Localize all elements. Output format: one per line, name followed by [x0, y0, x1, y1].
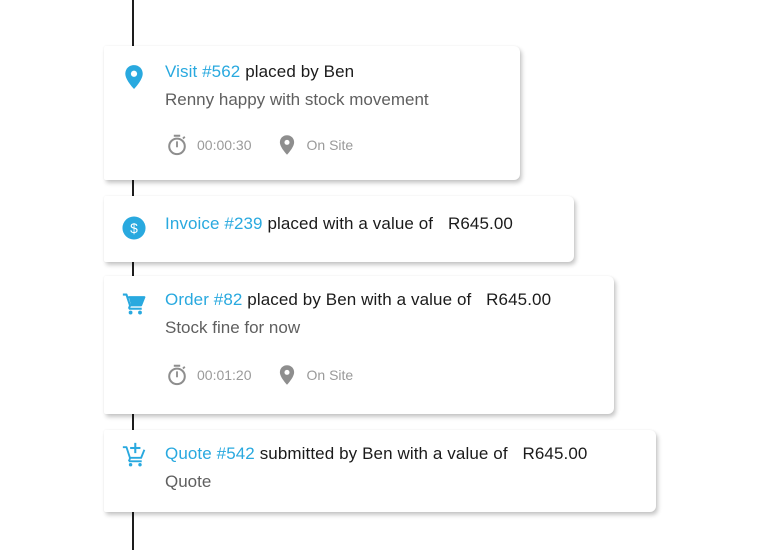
invoice-title: Invoice #239 placed with a value of R645…: [165, 214, 513, 234]
quote-subtitle: Quote: [165, 472, 212, 491]
timeline-card-invoice[interactable]: $ Invoice #239 placed with a value of R6…: [104, 196, 574, 262]
quote-link[interactable]: Quote #542: [165, 444, 255, 463]
order-location: On Site: [306, 367, 354, 383]
svg-text:$: $: [130, 220, 138, 236]
visit-subtitle: Renny happy with stock movement: [165, 90, 429, 109]
order-meta: 00:01:20 On Site: [166, 364, 353, 386]
order-subtitle: Stock fine for now: [165, 318, 301, 337]
visit-title: Visit #562 placed by Ben: [165, 62, 354, 82]
order-title-text: placed by Ben with a value of: [247, 290, 472, 309]
cart-icon: [122, 292, 146, 316]
invoice-title-text: placed with a value of: [267, 214, 434, 233]
stopwatch-icon: [166, 134, 188, 156]
order-duration: 00:01:20: [197, 367, 252, 383]
timeline-card-visit[interactable]: Visit #562 placed by Ben Renny happy wit…: [104, 46, 520, 180]
visit-title-text: placed by Ben: [245, 62, 355, 81]
order-title: Order #82 placed by Ben with a value of …: [165, 290, 551, 310]
visit-duration: 00:00:30: [197, 137, 252, 153]
invoice-link[interactable]: Invoice #239: [165, 214, 263, 233]
stopwatch-icon: [166, 364, 188, 386]
dollar-circle-icon: $: [122, 216, 146, 240]
location-icon: [276, 134, 298, 156]
map-pin-icon: [122, 65, 146, 89]
quote-amount: R645.00: [522, 444, 588, 463]
order-link[interactable]: Order #82: [165, 290, 242, 309]
location-icon: [276, 364, 298, 386]
timeline-card-order[interactable]: Order #82 placed by Ben with a value of …: [104, 276, 614, 414]
visit-link[interactable]: Visit #562: [165, 62, 240, 81]
cart-add-icon: [122, 442, 146, 467]
invoice-amount: R645.00: [447, 214, 513, 233]
order-amount: R645.00: [486, 290, 552, 309]
visit-meta: 00:00:30 On Site: [166, 134, 353, 156]
visit-location: On Site: [306, 137, 354, 153]
quote-title-text: submitted by Ben with a value of: [259, 444, 508, 463]
timeline-card-quote[interactable]: Quote #542 submitted by Ben with a value…: [104, 430, 656, 512]
quote-title: Quote #542 submitted by Ben with a value…: [165, 444, 587, 464]
